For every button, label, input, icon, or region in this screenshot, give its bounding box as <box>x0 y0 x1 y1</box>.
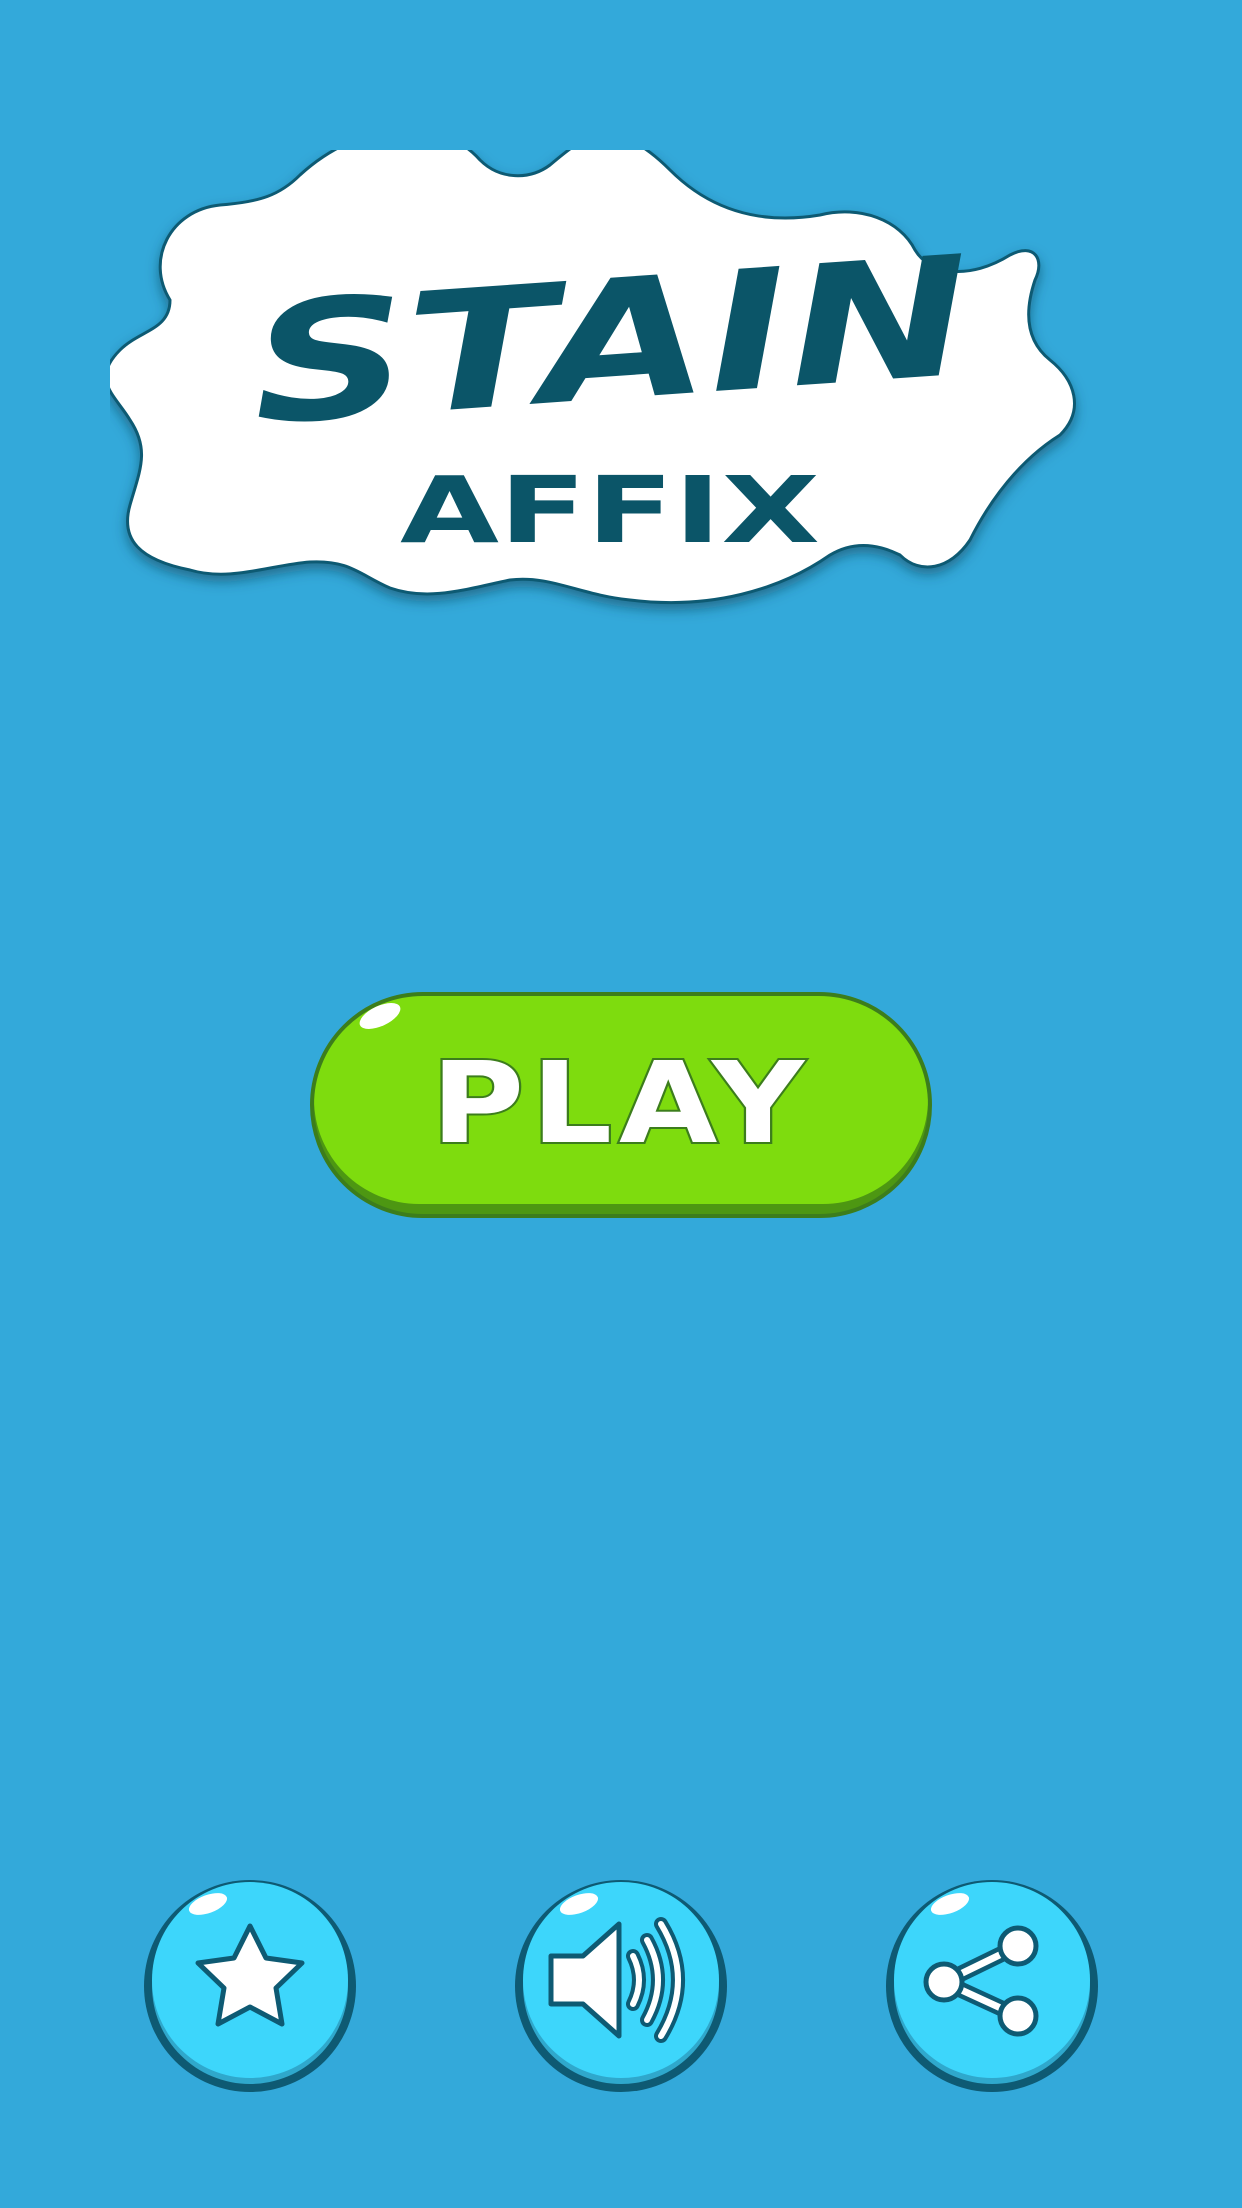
logo-subtitle: AFFIX <box>400 457 820 564</box>
share-button[interactable] <box>882 1876 1102 2096</box>
play-button-label: PLAY <box>431 1039 811 1169</box>
game-logo: STAIN AFFIX <box>110 150 1140 630</box>
sound-button[interactable] <box>511 1876 731 2096</box>
play-button[interactable]: PLAY <box>310 990 932 1218</box>
main-menu-screen: STAIN AFFIX PLAY <box>0 0 1242 2208</box>
rate-button[interactable] <box>140 1876 360 2096</box>
